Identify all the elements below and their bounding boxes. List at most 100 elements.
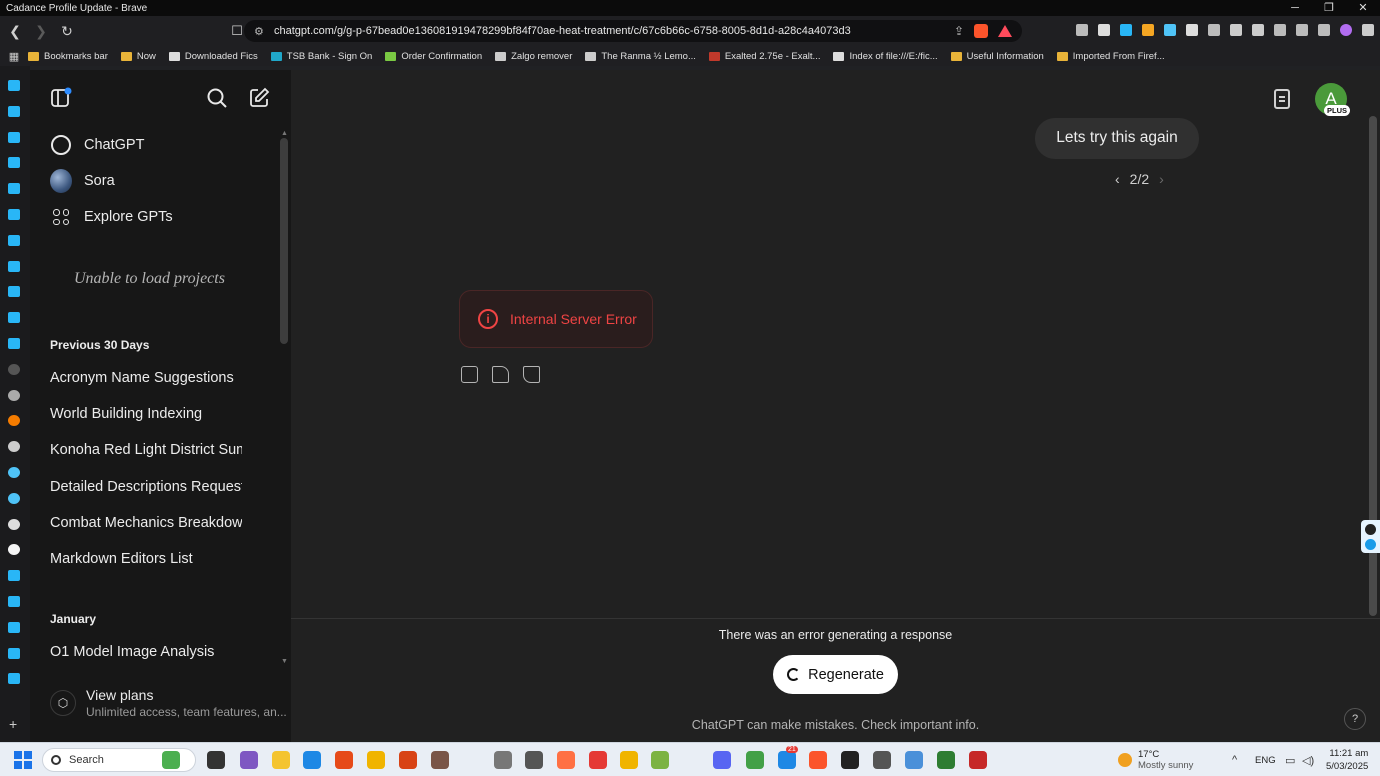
- vertical-tab[interactable]: [8, 673, 20, 685]
- taskbar-app-icon[interactable]: [207, 751, 225, 769]
- vertical-tab[interactable]: [8, 286, 20, 298]
- sidebar-panel-icon[interactable]: [1252, 24, 1264, 36]
- conversation-item[interactable]: Detailed Descriptions Request: [50, 479, 242, 495]
- taskbar-app-icon[interactable]: [162, 751, 180, 769]
- taskbar-app-icon[interactable]: [431, 751, 449, 769]
- document-icon[interactable]: [1274, 89, 1290, 109]
- vertical-tab[interactable]: [8, 621, 20, 633]
- search-icon[interactable]: [206, 87, 228, 109]
- vertical-tab[interactable]: [8, 312, 20, 324]
- taskbar-app-icon[interactable]: [809, 751, 827, 769]
- scroll-up-arrow[interactable]: ▲: [281, 130, 288, 137]
- back-button[interactable]: ❮: [4, 23, 26, 40]
- share-icon[interactable]: ⇪: [954, 24, 964, 38]
- site-settings-icon[interactable]: ⚙: [254, 25, 270, 38]
- taskbar-app-icon[interactable]: [651, 751, 669, 769]
- taskbar-app-icon[interactable]: [494, 751, 512, 769]
- address-bar[interactable]: ⚙ chatgpt.com/g/g-p-67bead0e136081919478…: [244, 20, 1022, 42]
- vertical-tab[interactable]: [8, 183, 20, 195]
- conversation-item[interactable]: Acronym Name Suggestions: [50, 370, 242, 386]
- vertical-tab[interactable]: [8, 415, 20, 427]
- bookmark-item[interactable]: Bookmarks bar: [28, 51, 108, 62]
- taskbar-app-icon[interactable]: [303, 751, 321, 769]
- regenerate-button[interactable]: Regenerate: [773, 655, 898, 694]
- url-text[interactable]: chatgpt.com/g/g-p-67bead0e13608191947829…: [274, 25, 954, 37]
- widget-app-icon[interactable]: [1365, 539, 1376, 550]
- network-icon[interactable]: ▭: [1285, 754, 1295, 767]
- vertical-tab[interactable]: [8, 570, 20, 582]
- vertical-tab[interactable]: [8, 492, 20, 504]
- bookmark-item[interactable]: Now: [120, 51, 156, 62]
- clock[interactable]: 11:21 am 5/03/2025: [1326, 747, 1368, 773]
- bookmark-item[interactable]: Downloaded Fics: [168, 51, 258, 62]
- sidebar-scrollbar[interactable]: [280, 138, 288, 344]
- vertical-tab[interactable]: [8, 234, 20, 246]
- conversation-item[interactable]: World Building Indexing: [50, 406, 242, 422]
- taskbar-app-icon[interactable]: [272, 751, 290, 769]
- help-button[interactable]: ?: [1344, 708, 1366, 730]
- puzzle-icon[interactable]: [1230, 24, 1242, 36]
- sidebar-toggle-icon[interactable]: [50, 87, 72, 109]
- vertical-tab[interactable]: [8, 467, 20, 478]
- vertical-tab[interactable]: [8, 518, 20, 530]
- vertical-tab[interactable]: [8, 544, 20, 556]
- taskbar-app-icon[interactable]: [969, 751, 987, 769]
- sidebar-item-explore-gpts[interactable]: Explore GPTs: [50, 206, 173, 228]
- reload-button[interactable]: ↻: [56, 23, 78, 40]
- vertical-tab[interactable]: [8, 389, 20, 401]
- brave-shields-icon[interactable]: [974, 24, 988, 38]
- side-widget[interactable]: [1361, 520, 1380, 553]
- extension-icon[interactable]: [1186, 24, 1198, 36]
- bookmark-item[interactable]: The Ranma ½ Lemo...: [585, 51, 696, 62]
- conversation-item[interactable]: Combat Mechanics Breakdown: [50, 515, 242, 531]
- close-window-button[interactable]: ✕: [1346, 0, 1380, 16]
- extension-icon[interactable]: [1076, 24, 1088, 36]
- next-response-button[interactable]: ›: [1159, 171, 1164, 187]
- close-widget-icon[interactable]: [1365, 524, 1376, 535]
- taskbar-app-icon[interactable]: [620, 751, 638, 769]
- tray-chevron-icon[interactable]: ^: [1232, 754, 1237, 766]
- vertical-tab[interactable]: [8, 338, 20, 349]
- bookmark-item[interactable]: Useful Information: [950, 51, 1044, 62]
- wallet-icon[interactable]: [1274, 24, 1286, 36]
- taskbar-app-icon[interactable]: [778, 751, 796, 769]
- taskbar-app-icon[interactable]: [746, 751, 764, 769]
- taskbar-app-icon[interactable]: [557, 751, 575, 769]
- vertical-tab[interactable]: [8, 131, 20, 143]
- language-indicator[interactable]: ENG: [1255, 755, 1276, 766]
- scroll-down-arrow[interactable]: ▼: [281, 658, 288, 665]
- vpn-icon[interactable]: [1318, 24, 1330, 36]
- extension-icon[interactable]: [1098, 24, 1110, 36]
- profile-icon[interactable]: [1340, 24, 1352, 36]
- vertical-tab[interactable]: [8, 363, 20, 375]
- bookmark-item[interactable]: Exalted 2.75e - Exalt...: [708, 51, 820, 62]
- bookmark-item[interactable]: Order Confirmation: [385, 51, 482, 62]
- copy-icon[interactable]: [461, 366, 478, 383]
- taskbar-app-icon[interactable]: [367, 751, 385, 769]
- extension-icon[interactable]: [1142, 24, 1154, 36]
- apps-grid-icon[interactable]: ▦: [0, 50, 28, 63]
- new-chat-icon[interactable]: [248, 87, 270, 109]
- brave-rewards-icon[interactable]: [998, 25, 1012, 37]
- vertical-tab[interactable]: [8, 105, 20, 117]
- conversation-item[interactable]: Konoha Red Light District Summary: [50, 442, 242, 458]
- bookmark-item[interactable]: Index of file:///E:/fic...: [833, 51, 938, 62]
- sidebar-item-chatgpt[interactable]: ChatGPT: [50, 134, 144, 156]
- vertical-tab[interactable]: [8, 647, 20, 659]
- taskbar-app-icon[interactable]: [905, 751, 923, 769]
- start-button[interactable]: [14, 751, 32, 769]
- bookmark-item[interactable]: Imported From Firef...: [1056, 51, 1165, 62]
- new-tab-button[interactable]: +: [9, 716, 17, 732]
- extension-icon[interactable]: [1120, 24, 1132, 36]
- forward-button[interactable]: ❯: [30, 23, 52, 40]
- thumbs-up-icon[interactable]: [492, 366, 509, 383]
- previous-response-button[interactable]: ‹: [1115, 171, 1120, 187]
- taskbar-app-icon[interactable]: [873, 751, 891, 769]
- sidebar-item-sora[interactable]: Sora: [50, 169, 115, 193]
- thumbs-down-icon[interactable]: [523, 366, 540, 383]
- bookmark-item[interactable]: TSB Bank - Sign On: [270, 51, 372, 62]
- taskbar-app-icon[interactable]: [240, 751, 258, 769]
- taskbar-app-icon[interactable]: [713, 751, 731, 769]
- leo-icon[interactable]: [1296, 24, 1308, 36]
- extension-icon[interactable]: [1208, 24, 1220, 36]
